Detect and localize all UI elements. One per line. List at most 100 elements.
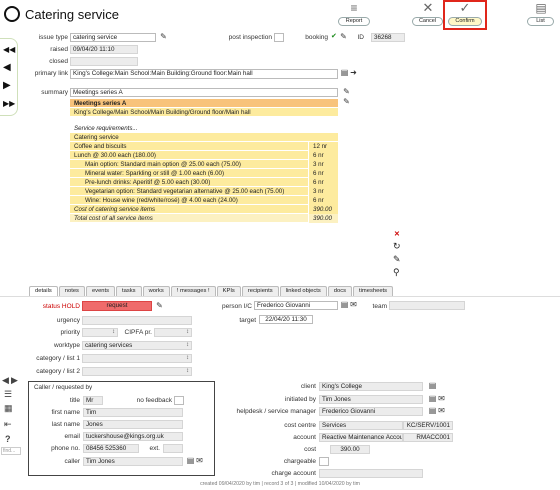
service-requirements: Service requirements... [70, 124, 338, 133]
chargeable-label: chargeable [283, 458, 316, 465]
tab-notes[interactable]: notes [58, 286, 85, 296]
description-edit-icon[interactable]: ✎ [342, 98, 351, 106]
person-ic-field[interactable]: Frederico Giovanni [254, 301, 338, 310]
tab-works[interactable]: works [142, 286, 170, 296]
category1-select[interactable] [82, 354, 192, 363]
cost-centre-field[interactable]: Services [319, 421, 403, 430]
post-inspection-checkbox[interactable] [274, 33, 284, 42]
urgency-field[interactable] [82, 316, 192, 325]
no-feedback-label: no feedback [136, 397, 172, 404]
charge-account-field[interactable] [319, 469, 423, 478]
helpdesk-field[interactable]: Frederico Giovanni [319, 407, 423, 416]
tab-tasks[interactable]: tasks [116, 286, 142, 296]
team-field[interactable] [389, 301, 465, 310]
account-field[interactable]: Reactive Maintenance Account [319, 433, 403, 442]
report-button[interactable]: Report [338, 17, 370, 26]
issue-type-field[interactable]: catering service [70, 33, 156, 42]
app-logo-icon [4, 6, 20, 22]
edit-icon[interactable]: ✎ [159, 33, 168, 41]
summary-edit-icon[interactable]: ✎ [342, 88, 351, 96]
tab-linked-objects[interactable]: linked objects [279, 286, 327, 296]
initiated-field[interactable]: Tim Jones [319, 395, 423, 404]
cost-field[interactable]: 390.00 [330, 445, 370, 454]
client-field[interactable]: King's College [319, 382, 423, 391]
phone-field[interactable]: 08456 525360 [83, 444, 139, 453]
category2-label: category / list 2 [36, 368, 80, 375]
tab-events[interactable]: events [85, 286, 116, 296]
delete-icon[interactable]: ✕ [394, 231, 400, 239]
find-input[interactable]: find... [1, 447, 21, 455]
worktype-select[interactable]: catering services [82, 341, 192, 350]
service-line-qty: 6 nr [308, 151, 338, 160]
catering-service-header: Catering service [70, 133, 338, 142]
tab-divider [0, 296, 560, 297]
last-record-icon[interactable]: ▶▶ [3, 99, 15, 109]
tab-details[interactable]: details [29, 286, 58, 296]
summary-field[interactable]: Meetings series A [70, 88, 338, 97]
raised-field: 09/04/20 11:10 [70, 45, 138, 54]
email-field[interactable]: tuckershouse@kings.org.uk [83, 432, 183, 441]
tab-docs[interactable]: docs [327, 286, 353, 296]
person-browse-icon[interactable]: ▤ [340, 301, 349, 309]
nav-right-icon[interactable]: ▶ [11, 375, 18, 386]
primary-link-field[interactable]: King's College:Main School:Main Building… [70, 69, 338, 79]
confirm-check-icon: ✓ [459, 0, 471, 15]
help-icon[interactable]: ? [5, 434, 11, 444]
meetings-title: Meetings series A [70, 99, 338, 108]
status-field[interactable]: request [82, 301, 152, 311]
caller-mail-icon[interactable]: ✉ [195, 457, 204, 465]
person-ic-label: person I/C [222, 303, 252, 310]
tab-kpis[interactable]: KPIs [216, 286, 241, 296]
chargeable-checkbox[interactable] [319, 457, 329, 466]
building-icon[interactable]: ▦ [4, 403, 13, 414]
service-line-qty: 3 nr [308, 187, 338, 196]
no-feedback-checkbox[interactable] [174, 396, 184, 405]
tab-timesheets[interactable]: timesheets [353, 286, 394, 296]
edit-note-icon[interactable]: ✎ [393, 255, 401, 264]
caller-browse-icon[interactable]: ▤ [186, 457, 195, 465]
category2-select[interactable] [82, 367, 192, 376]
service-line-desc: Lunch @ 30.00 each (180.00) [74, 152, 156, 159]
search-doc-icon[interactable]: ⚲ [393, 268, 400, 277]
cancel-button[interactable]: Cancel [412, 17, 443, 26]
confirm-button[interactable]: Confirm [448, 17, 482, 26]
cost-centre-code: KC/SERV/1001 [403, 421, 453, 430]
next-record-icon[interactable]: ▶ [3, 81, 11, 91]
booking-edit-icon[interactable]: ✎ [339, 33, 348, 41]
status-edit-icon[interactable]: ✎ [155, 302, 164, 310]
target-field[interactable]: 22/04/20 11:30 [259, 315, 313, 324]
tab-recipients[interactable]: recipients [241, 286, 279, 296]
initiated-browse-icon[interactable]: ▤ [428, 395, 437, 403]
refresh-icon[interactable]: ↻ [393, 242, 401, 251]
helpdesk-mail-icon[interactable]: ✉ [437, 407, 446, 415]
service-line-row: Main option: Standard main option @ 25.0… [70, 160, 338, 169]
previous-record-icon[interactable]: ◀ [3, 63, 11, 73]
page-title: Catering service [25, 7, 119, 22]
cipfa-select[interactable] [154, 328, 192, 337]
top-bar: Catering service ≡ Report ✕ Cancel ✓ Con… [0, 0, 560, 30]
ext-field[interactable] [163, 444, 183, 453]
initiated-mail-icon[interactable]: ✉ [437, 395, 446, 403]
service-line-row: Pre-lunch drinks: Aperitif @ 5.00 each (… [70, 178, 338, 187]
client-browse-icon[interactable]: ▤ [428, 382, 437, 390]
last-name-field[interactable]: Jones [83, 420, 183, 429]
browse-icon[interactable]: ▤ [340, 69, 349, 77]
list-button[interactable]: List [527, 17, 554, 26]
helpdesk-browse-icon[interactable]: ▤ [428, 407, 437, 415]
caller-field[interactable]: Tim Jones [83, 457, 183, 466]
goto-link-icon[interactable]: ➜ [349, 69, 358, 77]
title-field[interactable]: Mr [83, 396, 103, 405]
service-details: Meetings series A King's College/Main Sc… [70, 99, 338, 223]
caller-box-title: Caller / requested by [34, 384, 93, 391]
tree-icon[interactable]: ☰ [4, 389, 12, 400]
priority-select[interactable] [82, 328, 118, 337]
team-label: team [372, 303, 387, 310]
catering-cost-label: Cost of catering service items [74, 206, 156, 213]
tab-messages[interactable]: ! messages ! [170, 286, 216, 296]
account-code: RMACC001 [403, 433, 453, 442]
nav-left-icon[interactable]: ◀ [2, 375, 9, 386]
caller-label: caller [64, 458, 80, 465]
exit-icon[interactable]: ⇤ [4, 419, 12, 430]
first-name-field[interactable]: Tim [83, 408, 183, 417]
summary-label: summary [41, 89, 68, 96]
